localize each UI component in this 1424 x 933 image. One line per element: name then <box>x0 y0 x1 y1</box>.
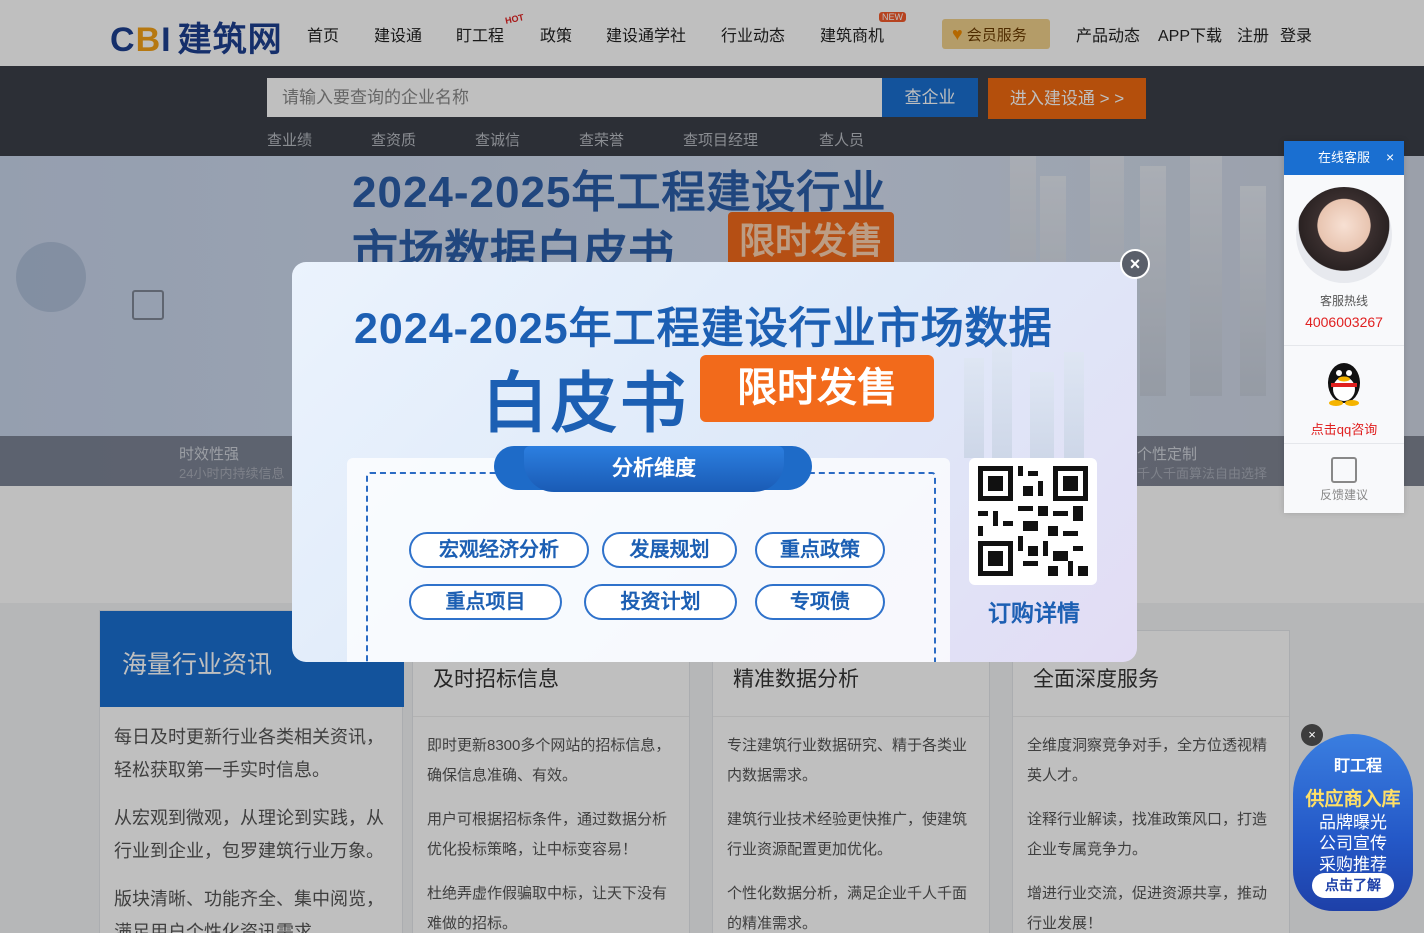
agent-avatar <box>1296 187 1392 283</box>
qr-code-icon <box>978 466 1088 576</box>
pill-macro-economy: 宏观经济分析 <box>409 532 589 568</box>
pill-key-policy: 重点政策 <box>755 532 885 568</box>
qq-penguin-icon[interactable] <box>1322 357 1366 407</box>
service-close-icon[interactable]: × <box>1386 149 1394 165</box>
pill-investment-plan: 投资计划 <box>584 584 737 620</box>
supplier-benefit: 采购推荐 <box>1319 855 1387 874</box>
popup-whitepaper-heading: 白皮书 <box>482 366 689 440</box>
analysis-dimension-tab: 分析维度 <box>524 446 784 492</box>
popup-building <box>1030 372 1054 462</box>
supplier-close-button[interactable]: × <box>1301 724 1323 746</box>
popup-building <box>1064 352 1084 462</box>
popup-limited-tag: 限时发售 <box>700 355 934 422</box>
popup-close-button[interactable]: × <box>1120 249 1150 279</box>
supplier-title: 供应商入库 <box>1305 789 1401 810</box>
learn-more-button[interactable]: 点击了解 <box>1312 873 1394 898</box>
dinggongcheng-logo: 盯工程 <box>1333 758 1382 775</box>
order-qr-code <box>969 458 1097 585</box>
hotline-number[interactable]: 4006003267 <box>1284 314 1404 330</box>
popup-title: 2024-2025年工程建设行业市场数据 <box>354 305 1053 353</box>
pill-development-plan: 发展规划 <box>602 532 737 568</box>
whitepaper-promo-modal[interactable]: 2024-2025年工程建设行业市场数据 白皮书 限时发售 分析维度 宏观经济分… <box>292 262 1137 662</box>
popup-building <box>964 358 984 458</box>
popup-building <box>992 342 1012 462</box>
service-divider <box>1284 345 1404 346</box>
pill-key-projects: 重点项目 <box>409 584 562 620</box>
qq-consult-link[interactable]: 点击qq咨询 <box>1284 419 1404 438</box>
feedback-link[interactable]: 反馈建议 <box>1284 486 1404 503</box>
hotline-label: 客服热线 <box>1319 294 1368 308</box>
pill-special-bonds: 专项债 <box>755 584 885 620</box>
feedback-icon[interactable] <box>1331 457 1357 483</box>
service-divider <box>1284 443 1404 444</box>
order-details-label[interactable]: 订购详情 <box>972 594 1096 628</box>
